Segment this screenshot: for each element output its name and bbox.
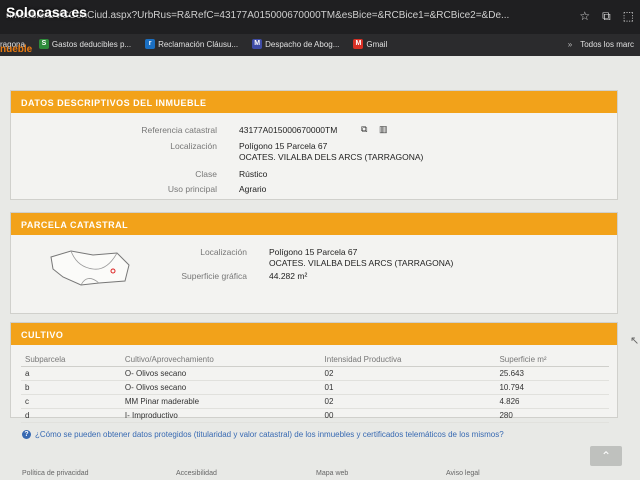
copy-icon[interactable]: ⧉ — [361, 124, 367, 135]
table-header-row: Subparcela Cultivo/Aprovechamiento Inten… — [21, 353, 609, 367]
help-icon: ? — [22, 430, 31, 439]
footer-sitemap-link[interactable]: Mapa web — [316, 470, 348, 477]
bookmark-3[interactable]: M Despacho de Abog... — [252, 39, 339, 49]
col-intensity: Intensidad Productiva — [320, 353, 496, 367]
cadastral-parcel-section: PARCELA CATASTRAL Localización Polígono … — [10, 212, 618, 314]
page-content: nueble DATOS DESCRIPTIVOS DEL INMUEBLE R… — [0, 44, 640, 480]
barcode-icon[interactable]: ▥ — [379, 124, 388, 135]
use-value: Agrario — [239, 184, 267, 194]
parcel-location-label: Localización — [200, 247, 247, 257]
all-bookmarks-button[interactable]: Todos los marc — [580, 40, 634, 49]
browser-chrome: nmueble/OVCConCiud.aspx?UrbRus=R&RefC=43… — [0, 0, 640, 56]
gmail-icon: M — [353, 39, 364, 49]
bookmark-2[interactable]: r Reclamación Cláusu... — [145, 39, 238, 49]
location-label: Localización — [170, 141, 217, 151]
bookmark-1[interactable]: S Gastos deducibles p... — [38, 39, 131, 49]
parcel-map-thumbnail[interactable] — [47, 247, 133, 287]
protected-data-help-link[interactable]: ? ¿Cómo se pueden obtener datos protegid… — [22, 430, 504, 439]
extensions-icon[interactable]: ⬚ — [623, 9, 634, 24]
address-bar[interactable]: nmueble/OVCConCiud.aspx?UrbRus=R&RefC=43… — [0, 0, 640, 34]
star-icon[interactable]: ☆ — [579, 9, 590, 24]
page-heading: nueble — [0, 44, 33, 55]
footer-legal-link[interactable]: Aviso legal — [446, 470, 480, 477]
table-row: c MM Pinar maderable 02 4.826 — [21, 394, 609, 409]
s-icon: S — [38, 39, 49, 49]
class-value: Rústico — [239, 169, 268, 179]
surface-label: Superficie gráfica — [181, 271, 247, 281]
mouse-cursor-icon: ↖ — [630, 335, 640, 347]
col-subparcel: Subparcela — [21, 353, 121, 367]
tab-search-icon[interactable]: ⧉ — [602, 9, 611, 24]
footer-accessibility-link[interactable]: Accesibilidad — [176, 470, 217, 477]
surface-value: 44.282 m² — [269, 271, 308, 281]
bookmarks-bar: ragona S Gastos deducibles p... r Reclam… — [0, 34, 640, 54]
scroll-to-top-button[interactable]: ⌃ — [590, 446, 622, 466]
url-actions: ☆ ⧉ ⬚ — [579, 9, 634, 24]
ref-value: 43177A015000670000TM — [239, 125, 338, 135]
table-row: a O- Olivos secano 02 25.643 — [21, 366, 609, 381]
section-title: CULTIVO — [11, 323, 617, 345]
bookmark-4[interactable]: M Gmail — [353, 39, 387, 49]
table-row: b O- Olivos secano 01 10.794 — [21, 380, 609, 395]
col-surface: Superficie m² — [495, 353, 609, 367]
footer-privacy-link[interactable]: Política de privacidad — [22, 470, 89, 477]
crop-table: Subparcela Cultivo/Aprovechamiento Inten… — [21, 353, 609, 423]
col-crop: Cultivo/Aprovechamiento — [120, 353, 321, 367]
parcel-location-line2: OCATES. VILALBA DELS ARCS (TARRAGONA) — [269, 258, 454, 268]
use-label: Uso principal — [167, 184, 217, 194]
table-row: d I- Improductivo 00 280 — [21, 408, 609, 423]
m-icon: M — [252, 39, 263, 49]
help-link-text[interactable]: ¿Cómo se pueden obtener datos protegidos… — [35, 430, 504, 439]
section-title: DATOS DESCRIPTIVOS DEL INMUEBLE — [11, 91, 617, 113]
descriptive-data-section: DATOS DESCRIPTIVOS DEL INMUEBLE Referenc… — [10, 90, 618, 200]
crop-section: CULTIVO Subparcela Cultivo/Aprovechamien… — [10, 322, 618, 423]
parcel-location-line1: Polígono 15 Parcela 67 — [269, 247, 358, 257]
location-line2: OCATES. VILALBA DELS ARCS (TARRAGONA) — [239, 152, 424, 162]
more-bookmarks-button[interactable]: » — [568, 40, 572, 49]
section-title: PARCELA CATASTRAL — [11, 213, 617, 235]
location-line1: Polígono 15 Parcela 67 — [239, 141, 328, 151]
r-icon: r — [145, 39, 156, 49]
class-label: Clase — [195, 169, 217, 179]
watermark-logo: Solocasa.es — [6, 4, 87, 20]
ref-label: Referencia catastral — [141, 125, 217, 135]
